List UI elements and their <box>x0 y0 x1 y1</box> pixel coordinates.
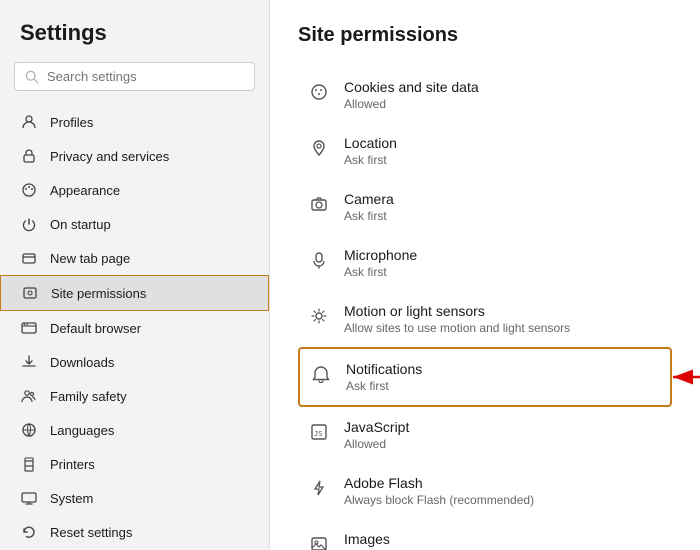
perm-name-cookies: Cookies and site data <box>344 79 479 95</box>
sidebar-item-label: Reset settings <box>50 525 132 540</box>
sidebar-item-reset[interactable]: Reset settings <box>0 515 269 549</box>
sidebar-item-label: System <box>50 491 93 506</box>
search-input[interactable] <box>47 69 244 84</box>
js-icon: JS <box>308 421 330 443</box>
perm-info-javascript: JavaScript Allowed <box>344 419 409 451</box>
perm-name-location: Location <box>344 135 397 151</box>
location-icon <box>308 137 330 159</box>
permission-item-motion[interactable]: Motion or light sensors Allow sites to u… <box>298 291 672 347</box>
sidebar-item-system[interactable]: System <box>0 481 269 515</box>
permission-item-notifications[interactable]: Notifications Ask first <box>298 347 672 407</box>
palette-icon <box>20 181 38 199</box>
sidebar-item-family[interactable]: Family safety <box>0 379 269 413</box>
perm-name-javascript: JavaScript <box>344 419 409 435</box>
microphone-icon <box>308 249 330 271</box>
sidebar-item-profiles[interactable]: Profiles <box>0 105 269 139</box>
sidebar-item-newtab[interactable]: New tab page <box>0 241 269 275</box>
perm-status-motion: Allow sites to use motion and light sens… <box>344 321 570 335</box>
sidebar-item-downloads[interactable]: Downloads <box>0 345 269 379</box>
search-box[interactable] <box>14 62 255 91</box>
sidebar-item-label: Site permissions <box>51 286 146 301</box>
sidebar: Settings Profiles Privacy and services A… <box>0 0 270 550</box>
sidebar-item-label: Privacy and services <box>50 149 169 164</box>
sidebar-item-label: Appearance <box>50 183 120 198</box>
image-icon <box>308 533 330 550</box>
perm-status-javascript: Allowed <box>344 437 409 451</box>
perm-name-images: Images <box>344 531 390 547</box>
power-icon <box>20 215 38 233</box>
sidebar-item-label: New tab page <box>50 251 130 266</box>
system-icon <box>20 489 38 507</box>
sidebar-item-languages[interactable]: Languages <box>0 413 269 447</box>
perm-name-camera: Camera <box>344 191 394 207</box>
svg-text:JS: JS <box>314 430 322 438</box>
language-icon <box>20 421 38 439</box>
perm-name-motion: Motion or light sensors <box>344 303 570 319</box>
reset-icon <box>20 523 38 541</box>
permission-item-javascript[interactable]: JS JavaScript Allowed <box>298 407 672 463</box>
sidebar-item-label: Downloads <box>50 355 114 370</box>
perm-status-notifications: Ask first <box>346 379 422 393</box>
sidebar-item-default-browser[interactable]: Default browser <box>0 311 269 345</box>
perm-info-flash: Adobe Flash Always block Flash (recommen… <box>344 475 534 507</box>
sidebar-item-label: Family safety <box>50 389 127 404</box>
perm-info-camera: Camera Ask first <box>344 191 394 223</box>
permission-item-images[interactable]: Images Show all <box>298 519 672 550</box>
perm-status-flash: Always block Flash (recommended) <box>344 493 534 507</box>
perm-status-location: Ask first <box>344 153 397 167</box>
sidebar-item-site-permissions[interactable]: Site permissions <box>0 275 269 311</box>
permission-item-microphone[interactable]: Microphone Ask first <box>298 235 672 291</box>
perm-name-notifications: Notifications <box>346 361 422 377</box>
permission-item-camera[interactable]: Camera Ask first <box>298 179 672 235</box>
newtab-icon <box>20 249 38 267</box>
lock-icon <box>20 147 38 165</box>
permission-item-location[interactable]: Location Ask first <box>298 123 672 179</box>
cookie-icon <box>308 81 330 103</box>
download-icon <box>20 353 38 371</box>
sidebar-item-label: Default browser <box>50 321 141 336</box>
perm-info-cookies: Cookies and site data Allowed <box>344 79 479 111</box>
siteperm-icon <box>21 284 39 302</box>
perm-info-motion: Motion or light sensors Allow sites to u… <box>344 303 570 335</box>
settings-title: Settings <box>0 20 269 62</box>
permission-item-flash[interactable]: Adobe Flash Always block Flash (recommen… <box>298 463 672 519</box>
perm-name-flash: Adobe Flash <box>344 475 534 491</box>
sidebar-item-label: Profiles <box>50 115 93 130</box>
flash-icon <box>308 477 330 499</box>
page-title: Site permissions <box>298 24 672 47</box>
sidebar-item-label: On startup <box>50 217 111 232</box>
perm-name-microphone: Microphone <box>344 247 417 263</box>
perm-info-location: Location Ask first <box>344 135 397 167</box>
perm-info-images: Images Show all <box>344 531 390 550</box>
nav-list: Profiles Privacy and services Appearance… <box>0 105 269 550</box>
perm-info-notifications: Notifications Ask first <box>346 361 422 393</box>
perm-status-cookies: Allowed <box>344 97 479 111</box>
permission-item-cookies[interactable]: Cookies and site data Allowed <box>298 67 672 123</box>
sidebar-item-label: Printers <box>50 457 95 472</box>
sidebar-item-printers[interactable]: Printers <box>0 447 269 481</box>
bell-icon <box>310 363 332 385</box>
camera-icon <box>308 193 330 215</box>
main-content: Site permissions Cookies and site data A… <box>270 0 700 550</box>
permissions-list: Cookies and site data Allowed Location A… <box>298 67 672 550</box>
search-icon <box>25 70 39 84</box>
perm-info-microphone: Microphone Ask first <box>344 247 417 279</box>
family-icon <box>20 387 38 405</box>
motion-icon <box>308 305 330 327</box>
sidebar-item-label: Languages <box>50 423 114 438</box>
sidebar-item-appearance[interactable]: Appearance <box>0 173 269 207</box>
red-arrow <box>665 362 700 392</box>
sidebar-item-privacy[interactable]: Privacy and services <box>0 139 269 173</box>
person-icon <box>20 113 38 131</box>
perm-status-microphone: Ask first <box>344 265 417 279</box>
browser-icon <box>20 319 38 337</box>
perm-status-camera: Ask first <box>344 209 394 223</box>
sidebar-item-startup[interactable]: On startup <box>0 207 269 241</box>
printer-icon <box>20 455 38 473</box>
